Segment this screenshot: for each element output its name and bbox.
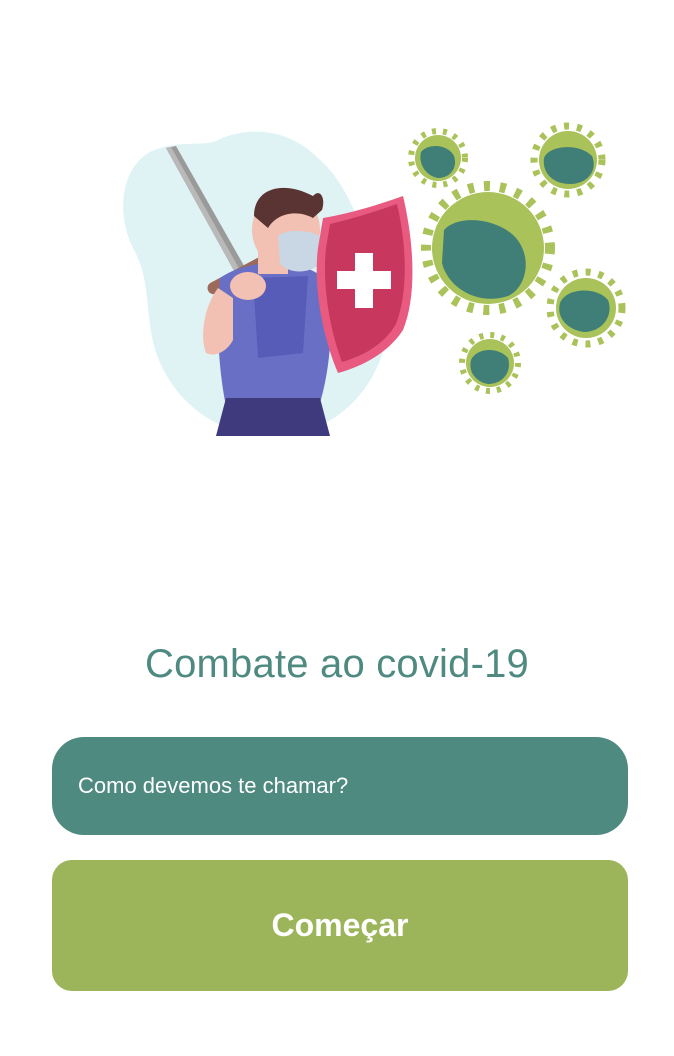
hero-illustration bbox=[108, 118, 638, 448]
virus-icon-small-bottom bbox=[459, 332, 521, 394]
name-input[interactable] bbox=[52, 737, 628, 835]
virus-icon-large bbox=[421, 181, 555, 315]
start-button[interactable]: Começar bbox=[52, 860, 628, 991]
virus-icon-small-right bbox=[546, 268, 626, 348]
shield-icon bbox=[316, 196, 413, 373]
page-title: Combate ao covid-19 bbox=[144, 642, 529, 686]
virus-icon-small-top-right bbox=[530, 122, 606, 198]
face-mask-icon bbox=[278, 230, 322, 272]
virus-icon-small-top-left bbox=[408, 128, 468, 188]
